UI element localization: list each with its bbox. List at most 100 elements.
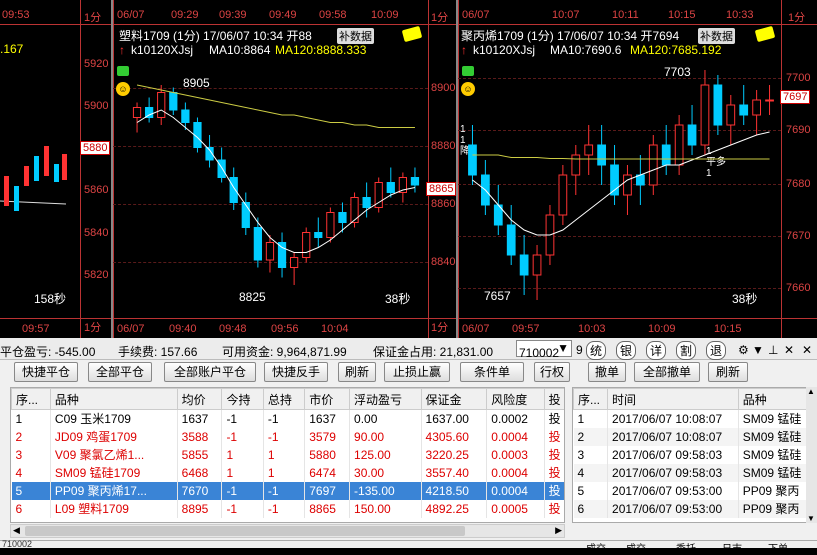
- position-row[interactable]: 4 SM09 锰硅1709 6468 1 1 6474 30.00 3557.40 0.0004…: [11, 463, 564, 482]
- settings-icon[interactable]: ⚙: [738, 343, 749, 357]
- chart-pane-polypropylene[interactable]: 06/07 10:07 10:11 10:15 10:33 1分 聚丙烯1709…: [456, 0, 817, 338]
- status-tag[interactable]: 统: [586, 341, 607, 360]
- cancel-order-button[interactable]: 撤单: [588, 362, 626, 382]
- refresh-button[interactable]: 刷新: [338, 362, 376, 382]
- table-cell: 4: [11, 463, 51, 482]
- order-row[interactable]: 5 2017/06/07 09:53:00 PP09 聚丙: [573, 481, 806, 500]
- candle: [362, 197, 371, 208]
- interval-label: 1分: [431, 322, 449, 334]
- ticket-icon[interactable]: [754, 25, 776, 43]
- left-axis: [113, 0, 114, 338]
- bank-tag[interactable]: 银: [616, 341, 637, 360]
- table-cell: 6: [11, 499, 51, 518]
- table-cell: -1: [221, 409, 264, 428]
- exit-tag[interactable]: 退: [706, 341, 727, 360]
- candle: [277, 242, 287, 268]
- table-cell: SM09 锰硅1709: [50, 463, 178, 482]
- candle: [410, 177, 420, 186]
- countdown: 38秒: [385, 292, 411, 306]
- dropdown-icon[interactable]: ▼: [752, 343, 764, 357]
- table-cell: PP09 聚丙: [738, 499, 806, 518]
- chart-pane-plastic[interactable]: 06/07 09:29 09:39 09:49 09:58 10:09 1分 塑…: [111, 0, 456, 338]
- positions-table-container: 序... 品种 均价 今持 总持 市价 浮动盈亏 保证金 风险度投 1 C09 玉米1709 163…: [10, 387, 565, 523]
- table-cell: 投: [544, 409, 564, 428]
- quick-close-button[interactable]: 快捷平仓: [14, 362, 78, 382]
- conditional-order-button[interactable]: 条件单: [460, 362, 524, 382]
- split-tag[interactable]: 割: [676, 341, 697, 360]
- left-candles: [0, 146, 67, 211]
- position-row[interactable]: 1 C09 玉米1709 1637 -1 -1 1637 0.00 1637.00 0.0002…: [11, 409, 564, 428]
- table-cell: PP09 聚丙: [738, 481, 806, 500]
- candle: [181, 109, 190, 123]
- table-cell: 3: [11, 445, 51, 464]
- cancel-all-button[interactable]: 全部撤单: [634, 362, 700, 382]
- table-cell: 7670: [177, 481, 223, 500]
- interval-label: 1分: [788, 12, 806, 24]
- scroll-up-icon: ▲: [807, 387, 815, 396]
- order-row[interactable]: 4 2017/06/07 09:58:03 SM09 锰硅: [573, 463, 806, 482]
- horizontal-scrollbar[interactable]: ◀ ▶: [10, 524, 565, 538]
- chart-title: 塑料1709 (1分) 17/06/07 10:34 开88: [119, 29, 312, 43]
- table-cell: 2017/06/07 09:58:03: [607, 463, 739, 482]
- candle: [265, 242, 275, 261]
- close-icon[interactable]: ✕: [802, 343, 812, 357]
- time-tick: 09:57: [512, 323, 540, 335]
- bottom-time-axis: [458, 318, 817, 319]
- time-tick: 09:48: [219, 323, 247, 335]
- time-tick: 10:15: [668, 9, 696, 21]
- vertical-scrollbar[interactable]: ▲ ▼: [806, 387, 817, 523]
- time-tick: 06/07: [117, 323, 145, 335]
- candle: [338, 212, 347, 223]
- candle: [739, 104, 749, 116]
- float-icon[interactable]: ✕: [784, 343, 794, 357]
- table-cell: 5855: [177, 445, 223, 464]
- position-row[interactable]: 3 V09 聚氯乙烯1... 5855 1 1 5880 125.00 3220.25 0.00…: [11, 445, 564, 464]
- time-tick: 09:39: [219, 9, 247, 21]
- y-label: 7670: [786, 230, 811, 242]
- order-row[interactable]: 6 2017/06/07 09:53:00 PP09 聚丙: [573, 499, 806, 518]
- y-label: 5860: [84, 184, 109, 196]
- ticket-icon[interactable]: [401, 25, 423, 43]
- position-row[interactable]: 2 JD09 鸡蛋1709 3588 -1 -1 3579 90.00 4305.60 0.00…: [11, 427, 564, 446]
- candle: [302, 232, 311, 258]
- time-tick: 09:56: [271, 323, 299, 335]
- account-select[interactable]: 710002 ▼: [516, 340, 572, 360]
- ma10-value: MA10:7690.6: [550, 43, 622, 57]
- order-row[interactable]: 2 2017/06/07 10:08:07 SM09 锰硅: [573, 427, 806, 446]
- pin-icon[interactable]: ⊥: [768, 343, 778, 357]
- order-row[interactable]: 3 2017/06/07 09:58:03 SM09 锰硅: [573, 445, 806, 464]
- position-row[interactable]: 5 PP09 聚丙烯17... 7670 -1 -1 7697 -135.00 4218.50…: [11, 481, 564, 500]
- chart-pane-left[interactable]: 09:53 1分 .167 5920 5900 5880 5860 5840 5…: [0, 0, 111, 338]
- time-tick: 06/07: [462, 9, 490, 21]
- candle: [62, 154, 67, 180]
- table-cell: 8865: [304, 499, 351, 518]
- table-cell: 0.0002: [486, 409, 545, 428]
- exercise-button[interactable]: 行权: [534, 362, 570, 382]
- table-cell: 3: [573, 445, 609, 464]
- smiley-icon[interactable]: ☺: [116, 82, 130, 96]
- y-axis-divider: [781, 0, 782, 338]
- table-cell: -1: [221, 499, 264, 518]
- supplement-data-button[interactable]: 补数据: [337, 28, 374, 44]
- close-all-button[interactable]: 全部平仓: [88, 362, 152, 382]
- y-label: 5820: [84, 269, 109, 281]
- table-cell: 2017/06/07 10:08:07: [607, 409, 739, 428]
- position-row[interactable]: 6 L09 塑料1709 8895 -1 -1 8865 150.00 4892.25 0.00…: [11, 499, 564, 518]
- order-row[interactable]: 1 2017/06/07 10:08:07 SM09 锰硅: [573, 409, 806, 428]
- column-header: 保证金: [420, 388, 488, 410]
- close-all-accounts-button[interactable]: 全部账户平仓: [164, 362, 256, 382]
- stop-loss-button[interactable]: 止损止赢: [384, 362, 450, 382]
- time-tick: 10:03: [578, 323, 606, 335]
- quick-reverse-button[interactable]: 快捷反手: [264, 362, 328, 382]
- scroll-right-icon: ▶: [555, 525, 562, 535]
- supplement-data-button[interactable]: 补数据: [698, 28, 735, 44]
- lock-icon[interactable]: [117, 66, 129, 76]
- price-tag: 8865: [426, 182, 456, 196]
- refresh-orders-button[interactable]: 刷新: [708, 362, 748, 382]
- candle: [386, 182, 395, 193]
- time-tick: 09:40: [169, 323, 197, 335]
- ma120-line: [136, 84, 415, 128]
- detail-tag[interactable]: 详: [646, 341, 667, 360]
- candle: [506, 224, 516, 256]
- candle: [253, 227, 262, 261]
